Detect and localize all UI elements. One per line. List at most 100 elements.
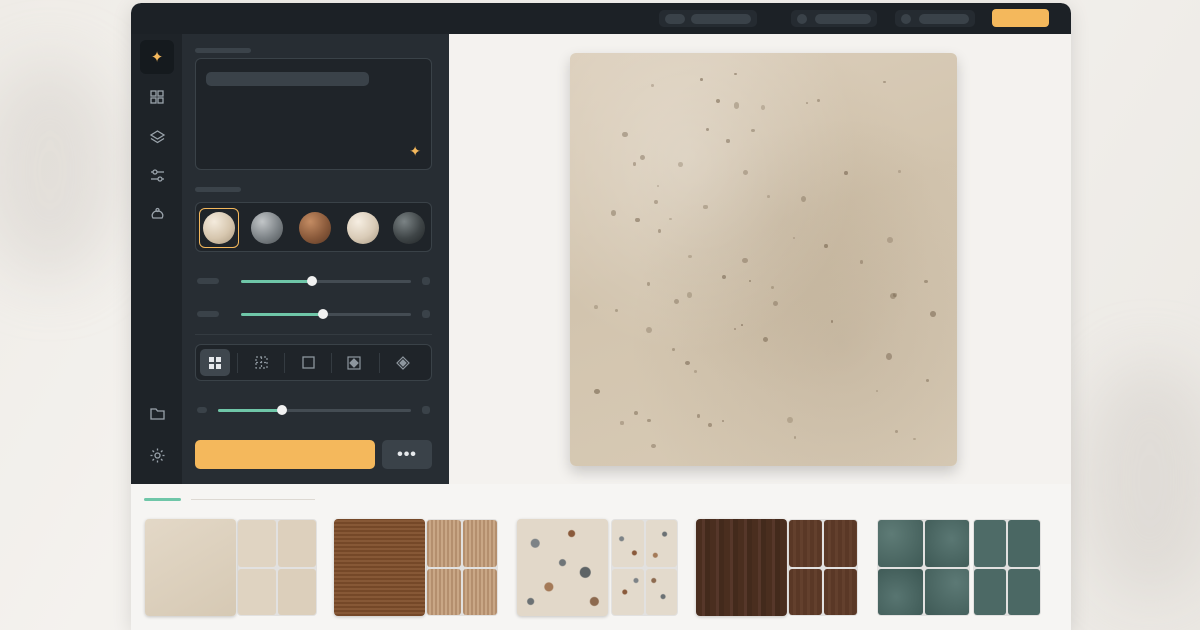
grid-icon[interactable] (140, 80, 174, 114)
material-tile-preview (788, 519, 858, 616)
stone-pore (672, 347, 676, 351)
top-action-group-1[interactable] (659, 10, 757, 27)
stone-pore (750, 129, 755, 133)
slider-track[interactable] (218, 405, 411, 415)
stone-pore (830, 320, 834, 324)
stone-pore (876, 389, 879, 393)
stone-pore (895, 429, 899, 433)
stone-pore (677, 162, 684, 168)
sphere-icon (393, 212, 425, 244)
stone-pore (656, 185, 659, 187)
mode-separator (379, 353, 380, 373)
mode-separator (284, 353, 285, 373)
stone-pore (817, 98, 821, 103)
stone-pore (594, 389, 600, 395)
stone-pore (740, 324, 743, 327)
base-material-picker (195, 202, 432, 252)
stone-pore (760, 104, 765, 110)
preview-canvas (449, 34, 1071, 484)
generate-button[interactable] (195, 440, 375, 469)
stone-pore (700, 77, 704, 81)
slider-1[interactable] (195, 275, 432, 287)
sphere-icon (203, 212, 235, 244)
stone-pore (886, 353, 893, 361)
tile-2x2-icon[interactable] (200, 349, 230, 376)
stone-pore (930, 310, 936, 317)
sphere-icon (347, 212, 379, 244)
divider (195, 334, 432, 335)
stone-pore (787, 416, 793, 423)
slider-thumb[interactable] (317, 309, 328, 319)
stone-pore (762, 336, 769, 342)
prompt-text (206, 72, 369, 86)
swatch-slate[interactable] (389, 208, 429, 248)
slider-track[interactable] (241, 309, 411, 319)
stone-pore (800, 196, 806, 202)
stone-pore (705, 127, 709, 131)
bucket-icon[interactable] (140, 197, 174, 231)
stone-pore (913, 438, 916, 441)
export-button[interactable] (992, 9, 1049, 27)
swatch-travertine[interactable] (199, 208, 239, 248)
library-tab-active[interactable] (144, 498, 181, 501)
slider-thumb[interactable] (276, 405, 287, 415)
stone-pore (697, 414, 701, 418)
more-options-button[interactable]: ••• (382, 440, 432, 469)
stone-pore (734, 72, 737, 76)
gear-icon[interactable] (140, 438, 174, 472)
material-section-label (195, 187, 241, 192)
top-action-group-2[interactable] (791, 10, 877, 27)
sphere-icon (251, 212, 283, 244)
stone-pore (635, 217, 640, 223)
layers-icon[interactable] (140, 120, 174, 154)
stone-pore (639, 154, 645, 160)
stone-pore (926, 378, 930, 383)
slider-3[interactable] (195, 404, 432, 416)
material-tile-preview (973, 519, 1041, 616)
slider-fill (241, 280, 313, 283)
sphere-icon (299, 212, 331, 244)
stone-pore (742, 257, 749, 264)
mode-separator (331, 353, 332, 373)
slider-value (422, 310, 430, 318)
sliders-icon[interactable] (140, 158, 174, 192)
tile-dashed-icon[interactable] (246, 349, 276, 376)
stone-pore (651, 444, 656, 449)
material-preview[interactable] (570, 53, 957, 466)
swatch-terracotta[interactable] (295, 208, 335, 248)
slider-label (197, 278, 219, 284)
top-action-group-3[interactable] (895, 10, 975, 27)
stone-pore (708, 422, 713, 428)
stone-pore (657, 228, 662, 234)
slider-track[interactable] (241, 276, 411, 286)
slider-2[interactable] (195, 308, 432, 320)
stone-pore (733, 102, 740, 109)
material-tile-preview (611, 519, 678, 616)
material-tile-preview (237, 519, 317, 616)
stone-pore (766, 195, 770, 198)
tile-offset-icon[interactable] (339, 349, 369, 376)
stone-pore (733, 328, 736, 331)
slider-value (422, 406, 430, 414)
stone-pore (685, 360, 691, 366)
app-window: ✦ ✦ ••• (131, 3, 1071, 630)
tile-diamond-icon[interactable] (388, 349, 418, 376)
slider-value (422, 277, 430, 285)
slider-thumb[interactable] (307, 276, 318, 286)
stone-pore (632, 162, 637, 167)
swatch-granite[interactable] (247, 208, 287, 248)
material-swatch (877, 519, 970, 616)
prompt-input[interactable]: ✦ (195, 58, 432, 170)
stone-pore (610, 209, 617, 216)
stone-pore (620, 421, 624, 425)
sparkle-icon[interactable]: ✦ (409, 143, 421, 160)
tile-single-icon[interactable] (293, 349, 323, 376)
stone-pore (634, 411, 639, 416)
stone-pore (793, 436, 797, 439)
stone-pore (688, 255, 693, 259)
folder-icon[interactable] (140, 396, 174, 430)
sparkle-icon[interactable]: ✦ (140, 40, 174, 74)
stone-pore (844, 170, 848, 175)
stone-pore (703, 205, 708, 209)
swatch-terrazzo[interactable] (343, 208, 383, 248)
